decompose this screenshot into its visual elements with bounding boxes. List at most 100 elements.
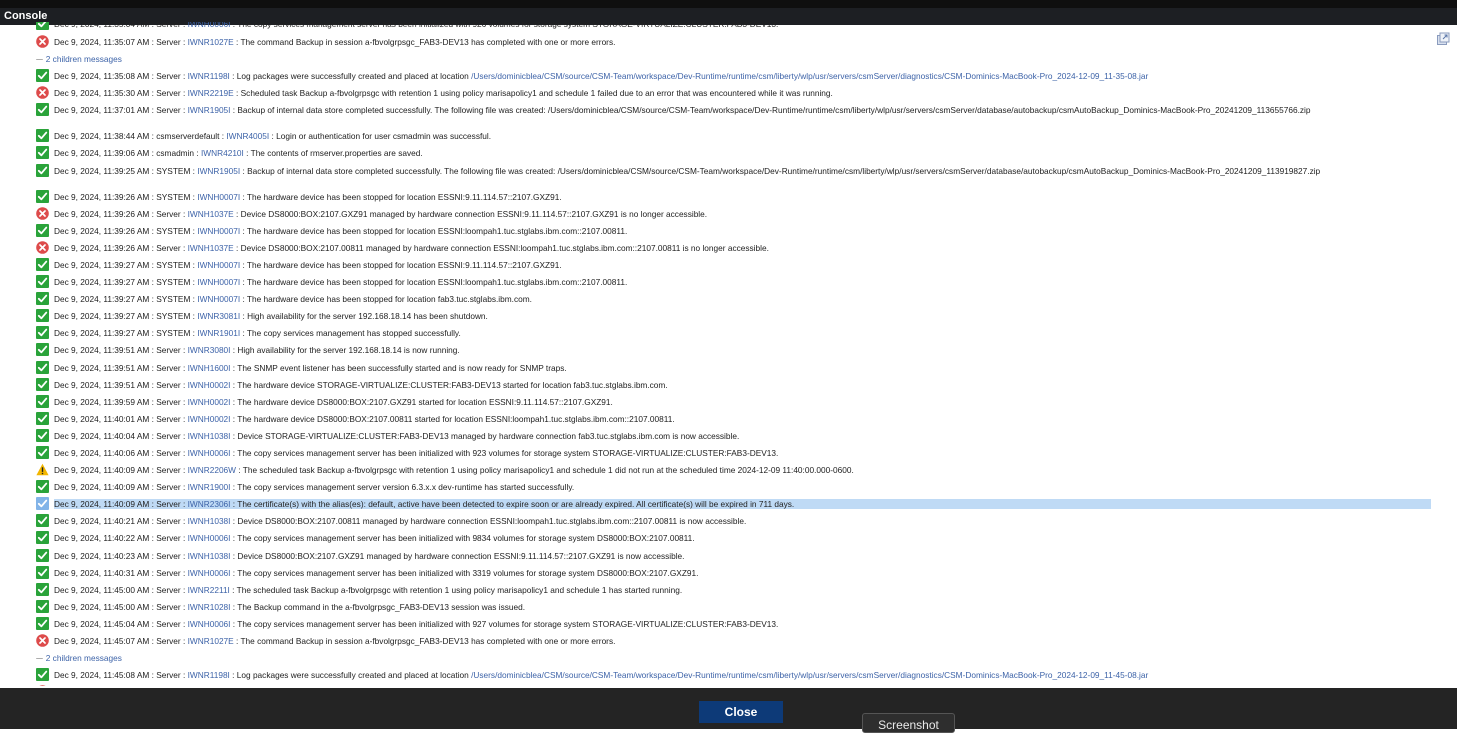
screenshot-button[interactable]: Screenshot <box>862 713 955 733</box>
message-code-link[interactable]: IWNH0006I <box>188 568 231 578</box>
log-entry[interactable]: Dec 9, 2024, 11:35:07 AM : Server : IWNR… <box>36 34 1431 51</box>
log-timestamp-source: Dec 9, 2024, 11:39:27 AM : SYSTEM : <box>54 259 198 270</box>
log-entry[interactable]: Dec 9, 2024, 11:38:44 AM : csmserverdefa… <box>36 128 1431 145</box>
log-entry[interactable]: Dec 9, 2024, 11:35:04 AM : Server : IWNH… <box>36 22 1431 34</box>
message-code-link[interactable]: IWNH0006I <box>188 533 231 543</box>
message-code-link[interactable]: IWNH0002I <box>188 414 231 424</box>
log-entry[interactable]: Dec 9, 2024, 11:39:51 AM : Server : IWNH… <box>36 360 1431 377</box>
log-entry[interactable]: Dec 9, 2024, 11:40:09 AM : Server : IWNR… <box>36 479 1431 496</box>
log-entry[interactable]: Dec 9, 2024, 11:40:22 AM : Server : IWNH… <box>36 530 1431 547</box>
log-entry[interactable]: Dec 9, 2024, 11:45:00 AM : Server : IWNR… <box>36 599 1431 616</box>
log-entry[interactable]: Dec 9, 2024, 11:35:08 AM : Server : IWNR… <box>36 68 1431 85</box>
log-entry[interactable]: Dec 9, 2024, 11:45:08 AM : Server : IWNR… <box>36 667 1431 684</box>
log-entry[interactable]: Dec 9, 2024, 11:45:00 AM : Server : IWNR… <box>36 582 1431 599</box>
message-code-link[interactable]: IWNH1038I <box>188 551 231 561</box>
log-entry[interactable]: Dec 9, 2024, 11:40:06 AM : Server : IWNH… <box>36 445 1431 462</box>
message-code-link[interactable]: IWNH0007I <box>197 192 240 202</box>
log-entry-text: Dec 9, 2024, 11:35:04 AM : Server : IWNH… <box>54 22 1431 29</box>
message-code-link[interactable]: IWNR1027E <box>188 636 234 646</box>
log-entry[interactable]: Dec 9, 2024, 11:39:27 AM : SYSTEM : IWNR… <box>36 325 1431 342</box>
log-message: : The command Backup in session a-fbvolg… <box>233 636 616 646</box>
message-code-link[interactable]: IWNH0007I <box>197 294 240 304</box>
log-entry-text: Dec 9, 2024, 11:40:04 AM : Server : IWNH… <box>54 431 1431 441</box>
log-entry[interactable]: Dec 9, 2024, 11:39:59 AM : Server : IWNH… <box>36 394 1431 411</box>
message-code-link[interactable]: IWNR4210I <box>201 148 244 158</box>
children-messages-link[interactable]: └─2 children messages <box>36 51 1426 68</box>
log-entry-text: Dec 9, 2024, 11:45:00 AM : Server : IWNR… <box>54 585 1431 595</box>
log-entry[interactable]: Dec 9, 2024, 11:40:21 AM : Server : IWNH… <box>36 513 1431 530</box>
checkmark-icon <box>36 360 49 374</box>
log-timestamp-source: Dec 9, 2024, 11:39:51 AM : Server : <box>54 379 188 390</box>
log-entry[interactable]: Dec 9, 2024, 11:40:09 AM : Server : IWNR… <box>36 462 1431 479</box>
export-window-icon[interactable] <box>1436 32 1450 46</box>
log-timestamp-source: Dec 9, 2024, 11:39:26 AM : SYSTEM : <box>54 225 198 236</box>
log-entry[interactable]: Dec 9, 2024, 11:45:07 AM : Server : IWNR… <box>36 633 1431 650</box>
message-code-link[interactable]: IWNH1037E <box>188 243 234 253</box>
children-messages-link[interactable]: └─2 children messages <box>36 650 1426 667</box>
error-x-icon <box>36 685 49 686</box>
message-code-link[interactable]: IWNR2211I <box>188 585 230 595</box>
log-entry[interactable]: Dec 9, 2024, 11:40:31 AM : Server : IWNH… <box>36 565 1431 582</box>
close-button[interactable]: Close <box>699 701 783 723</box>
message-code-link[interactable]: IWNH1600I <box>188 363 231 373</box>
log-entry[interactable]: Dec 9, 2024, 11:39:25 AM : SYSTEM : IWNR… <box>36 163 1431 189</box>
message-code-link[interactable]: IWNR1028I <box>188 602 231 612</box>
log-entry[interactable]: Dec 9, 2024, 11:39:51 AM : Server : IWNR… <box>36 342 1431 359</box>
message-code-link[interactable]: IWNR2219E <box>188 88 234 98</box>
log-timestamp-source: Dec 9, 2024, 11:39:59 AM : Server : <box>54 396 188 407</box>
message-code-link[interactable]: IWNR1905I <box>197 166 240 176</box>
log-entry[interactable]: Dec 9, 2024, 11:40:04 AM : Server : IWNH… <box>36 428 1431 445</box>
log-entry[interactable]: Dec 9, 2024, 11:40:23 AM : Server : IWNH… <box>36 548 1431 565</box>
checkmark-icon <box>36 565 49 579</box>
message-code-link[interactable]: IWNH0006I <box>188 619 231 629</box>
message-code-link[interactable]: IWNH0007I <box>197 277 240 287</box>
message-code-link[interactable]: IWNH0006I <box>188 22 231 29</box>
log-package-path-link[interactable]: /Users/dominicblea/CSM/source/CSM-Team/w… <box>471 670 1148 680</box>
log-entry[interactable]: Dec 9, 2024, 11:40:01 AM : Server : IWNH… <box>36 411 1431 428</box>
log-message: : High availability for the server 192.1… <box>230 345 460 356</box>
message-code-link[interactable]: IWNH1038I <box>188 516 231 526</box>
log-entry[interactable]: Dec 9, 2024, 11:39:26 AM : SYSTEM : IWNH… <box>36 189 1431 206</box>
children-messages-label[interactable]: 2 children messages <box>46 653 122 663</box>
log-entry[interactable]: Dec 9, 2024, 11:40:09 AM : Server : IWNR… <box>36 496 1431 513</box>
console-log-list[interactable]: Dec 9, 2024, 11:35:04 AM : Server : IWNH… <box>36 22 1431 686</box>
message-code-link[interactable]: IWNR1198I <box>188 71 230 81</box>
message-code-link[interactable]: IWNR4005I <box>226 131 269 141</box>
log-entry[interactable]: Dec 9, 2024, 11:39:27 AM : SYSTEM : IWNH… <box>36 274 1431 291</box>
message-code-link[interactable]: IWNR2306I <box>188 499 231 509</box>
log-package-path-link[interactable]: /Users/dominicblea/CSM/source/CSM-Team/w… <box>471 71 1148 81</box>
log-entry[interactable]: Dec 9, 2024, 11:39:27 AM : SYSTEM : IWNH… <box>36 257 1431 274</box>
log-entry[interactable]: Dec 9, 2024, 11:37:01 AM : Server : IWNR… <box>36 102 1431 128</box>
message-code-link[interactable]: IWNH0007I <box>197 226 240 236</box>
message-code-link[interactable]: IWNR3080I <box>188 345 231 355</box>
log-entry-text: Dec 9, 2024, 11:39:26 AM : SYSTEM : IWNH… <box>54 226 1431 236</box>
log-entry[interactable]: Dec 9, 2024, 11:39:51 AM : Server : IWNH… <box>36 377 1431 394</box>
log-entry[interactable]: Dec 9, 2024, 11:35:30 AM : Server : IWNR… <box>36 85 1431 102</box>
checkmark-icon <box>36 292 49 306</box>
message-code-link[interactable]: IWNR2206W <box>188 465 236 475</box>
message-code-link[interactable]: IWNH1037E <box>188 209 234 219</box>
message-code-link[interactable]: IWNR3081I <box>197 311 240 321</box>
log-entry[interactable]: Dec 9, 2024, 11:45:28 AM : Server : IWNR… <box>36 684 1431 686</box>
message-code-link[interactable]: IWNH0002I <box>188 397 231 407</box>
message-code-link[interactable]: IWNR1027E <box>188 37 234 47</box>
log-entry-text: Dec 9, 2024, 11:40:21 AM : Server : IWNH… <box>54 516 1431 526</box>
message-code-link[interactable]: IWNH0006I <box>188 448 231 458</box>
log-entry[interactable]: Dec 9, 2024, 11:45:04 AM : Server : IWNH… <box>36 616 1431 633</box>
log-entry[interactable]: Dec 9, 2024, 11:39:06 AM : csmadmin : IW… <box>36 145 1431 162</box>
message-code-link[interactable]: IWNR1901I <box>197 328 240 338</box>
checkmark-icon <box>36 616 49 630</box>
children-messages-label[interactable]: 2 children messages <box>46 54 122 64</box>
log-entry[interactable]: Dec 9, 2024, 11:39:27 AM : SYSTEM : IWNR… <box>36 308 1431 325</box>
log-timestamp-source: Dec 9, 2024, 11:39:27 AM : SYSTEM : <box>54 294 198 305</box>
log-entry[interactable]: Dec 9, 2024, 11:39:26 AM : Server : IWNH… <box>36 206 1431 223</box>
log-entry[interactable]: Dec 9, 2024, 11:39:26 AM : Server : IWNH… <box>36 240 1431 257</box>
log-entry[interactable]: Dec 9, 2024, 11:39:27 AM : SYSTEM : IWNH… <box>36 291 1431 308</box>
message-code-link[interactable]: IWNH1038I <box>188 431 231 441</box>
message-code-link[interactable]: IWNR1905I <box>188 105 231 115</box>
message-code-link[interactable]: IWNR1198I <box>188 670 230 680</box>
message-code-link[interactable]: IWNH0002I <box>188 380 231 390</box>
message-code-link[interactable]: IWNR1900I <box>188 482 231 492</box>
message-code-link[interactable]: IWNH0007I <box>197 260 240 270</box>
log-entry[interactable]: Dec 9, 2024, 11:39:26 AM : SYSTEM : IWNH… <box>36 223 1431 240</box>
